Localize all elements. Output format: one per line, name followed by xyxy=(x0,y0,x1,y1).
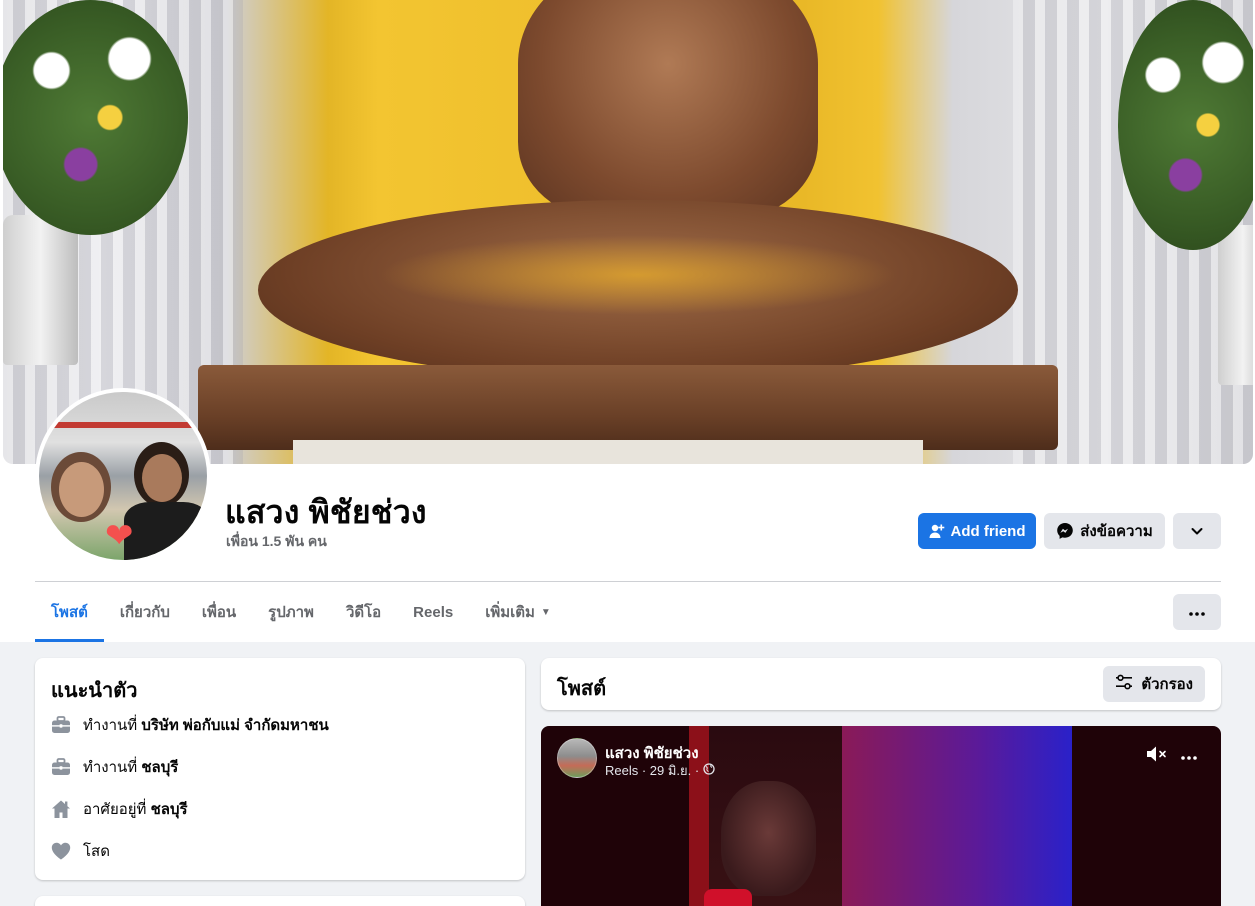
profile-picture[interactable]: ❤ xyxy=(35,388,211,564)
reel-post-card[interactable]: แสวง พิชัยช่วง Reels · 29 มิ.ย. · xyxy=(541,726,1221,906)
reel-meta: Reels · 29 มิ.ย. · xyxy=(605,760,715,781)
home-icon xyxy=(51,799,71,819)
add-friend-label: Add friend xyxy=(950,522,1026,540)
photos-card xyxy=(35,896,525,906)
tab-videos[interactable]: วิดีโอ xyxy=(330,582,397,642)
intro-relationship-text: โสด xyxy=(83,843,110,860)
ellipsis-icon xyxy=(1189,603,1205,621)
intro-prefix: ทำงานที่ xyxy=(83,759,138,776)
filter-sliders-icon xyxy=(1115,674,1133,694)
tab-label: โพสต์ xyxy=(51,604,88,621)
messenger-icon xyxy=(1056,522,1074,540)
intro-value-link[interactable]: บริษัท พ่อกับแม่ จำกัดมหาชน xyxy=(141,717,328,734)
tab-label: เพื่อน xyxy=(201,604,237,621)
tab-more[interactable]: เพิ่มเติม ▼ xyxy=(469,582,567,642)
video-subject xyxy=(721,781,816,896)
friend-count-link[interactable]: เพื่อน 1.5 พัน คน xyxy=(226,531,327,553)
heart-sticker-icon: ❤ xyxy=(105,517,134,555)
briefcase-icon xyxy=(51,715,71,735)
buddha-statue xyxy=(258,0,1018,390)
message-label: ส่งข้อความ xyxy=(1080,523,1153,540)
add-friend-button[interactable]: Add friend xyxy=(918,513,1036,549)
intro-prefix: อาศัยอยู่ที่ xyxy=(83,801,147,818)
tab-label: เกี่ยวกับ xyxy=(119,604,170,621)
vase-right xyxy=(1218,225,1253,385)
video-gradient xyxy=(842,726,1072,906)
intro-value-link[interactable]: ชลบุรี xyxy=(141,759,178,776)
briefcase-icon xyxy=(51,757,71,777)
tab-about[interactable]: เกี่ยวกับ xyxy=(104,582,186,642)
posts-title: โพสต์ xyxy=(557,678,607,700)
intro-item-relationship: โสด xyxy=(51,839,110,863)
intro-prefix: ทำงานที่ xyxy=(83,717,138,734)
statue-pedestal xyxy=(293,440,923,464)
reel-options-button[interactable] xyxy=(1177,744,1201,768)
filter-button[interactable]: ตัวกรอง xyxy=(1103,666,1205,702)
reel-meta-text[interactable]: Reels · 29 มิ.ย. · xyxy=(605,760,699,781)
ellipsis-icon xyxy=(1181,747,1197,765)
tabs-more-button[interactable] xyxy=(1173,594,1221,630)
tab-label: วิดีโอ xyxy=(345,604,382,621)
cover-photo[interactable] xyxy=(3,0,1253,464)
profile-tabs: โพสต์ เกี่ยวกับ เพื่อน รูปภาพ วิดีโอ Ree… xyxy=(35,582,567,642)
tab-photos[interactable]: รูปภาพ xyxy=(252,582,330,642)
tab-reels[interactable]: Reels xyxy=(397,582,469,642)
tab-label: รูปภาพ xyxy=(268,604,314,621)
tab-friends[interactable]: เพื่อน xyxy=(186,582,252,642)
caret-down-icon: ▼ xyxy=(540,606,551,618)
posts-header-card: โพสต์ ตัวกรอง xyxy=(541,658,1221,710)
more-options-button[interactable] xyxy=(1173,513,1221,549)
message-button[interactable]: ส่งข้อความ xyxy=(1044,513,1165,549)
intro-value-link[interactable]: ชลบุรี xyxy=(151,801,188,818)
video-overlay xyxy=(704,889,752,906)
tab-posts[interactable]: โพสต์ xyxy=(35,582,104,642)
intro-title: แนะนำตัว xyxy=(51,680,138,702)
speaker-muted-icon xyxy=(1146,745,1168,768)
filter-label: ตัวกรอง xyxy=(1141,676,1193,693)
avatar: ❤ xyxy=(39,392,207,560)
mute-button[interactable] xyxy=(1145,746,1169,766)
reel-author-avatar[interactable] xyxy=(557,738,597,778)
intro-card: แนะนำตัว ทำงานที่ บริษัท พ่อกับแม่ จำกัด… xyxy=(35,658,525,880)
statue-base xyxy=(198,365,1058,450)
chevron-down-icon xyxy=(1190,524,1204,538)
intro-item-lives: อาศัยอยู่ที่ ชลบุรี xyxy=(51,797,188,821)
tab-label: เพิ่มเติม xyxy=(485,604,535,621)
add-user-icon xyxy=(929,523,945,539)
heart-icon xyxy=(51,841,71,861)
tab-label: Reels xyxy=(413,603,454,621)
vase-left xyxy=(3,215,78,365)
intro-item-work: ทำงานที่ บริษัท พ่อกับแม่ จำกัดมหาชน xyxy=(51,713,329,737)
globe-icon xyxy=(703,763,715,778)
intro-item-work-2: ทำงานที่ ชลบุรี xyxy=(51,755,178,779)
